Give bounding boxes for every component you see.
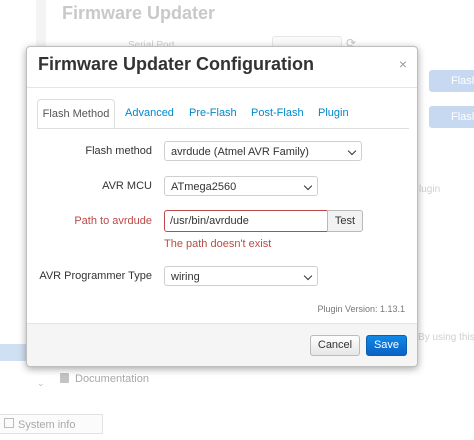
close-icon[interactable]: × (399, 56, 407, 72)
tab-advanced[interactable]: Advanced (125, 99, 174, 128)
flash-method-label: Flash method (85, 145, 152, 157)
firmware-updater-config-dialog: Firmware Updater Configuration × Flash M… (26, 46, 418, 367)
system-info-icon (4, 418, 14, 428)
path-to-avrdude-input[interactable]: /usr/bin/avrdude (164, 210, 328, 232)
tab-plugin[interactable]: Plugin (318, 99, 349, 128)
path-to-avrdude-label: Path to avrdude (74, 215, 152, 227)
background-title: Firmware Updater (62, 3, 216, 23)
book-icon (60, 373, 69, 383)
chevron-down-icon (303, 181, 313, 191)
chevron-down-icon (303, 271, 313, 281)
path-error-message: The path doesn't exist (164, 238, 272, 250)
flash-method-value: avrdude (Atmel AVR Family) (171, 146, 309, 158)
avr-mcu-select[interactable]: ATmega2560 (164, 176, 318, 196)
cancel-button[interactable]: Cancel (310, 335, 360, 356)
documentation-label: Documentation (75, 373, 149, 385)
flash-method-select[interactable]: avrdude (Atmel AVR Family) (164, 141, 362, 161)
plugin-version: Plugin Version: 1.13.1 (317, 304, 405, 314)
background-flash-button: Flash (429, 70, 474, 92)
background-documentation: Documentation (60, 373, 149, 385)
avr-mcu-label: AVR MCU (102, 180, 152, 192)
background-flash-button-2: Flash (429, 106, 474, 128)
avr-mcu-value: ATmega2560 (171, 181, 237, 193)
chevron-down-icon (347, 146, 357, 156)
tab-pre-flash[interactable]: Pre-Flash (189, 99, 237, 128)
modal-header: Firmware Updater Configuration × (27, 47, 417, 88)
modal-title: Firmware Updater Configuration (38, 54, 315, 74)
background-plugin-fragment: lugin (419, 184, 441, 195)
save-button[interactable]: Save (366, 335, 407, 356)
programmer-type-value: wiring (171, 271, 200, 283)
programmer-type-select[interactable]: wiring (164, 266, 318, 286)
chevron-down-icon: ⌄ (37, 378, 45, 388)
programmer-type-label: AVR Programmer Type (39, 270, 152, 282)
background-using-fragment: By using this (418, 332, 474, 343)
background-blue-strip (0, 344, 28, 361)
system-info-label: System info (18, 419, 76, 431)
tab-flash-method[interactable]: Flash Method (37, 99, 115, 128)
modal-footer: Cancel Save (27, 323, 417, 366)
tab-post-flash[interactable]: Post-Flash (251, 99, 304, 128)
test-path-button[interactable]: Test (327, 210, 363, 232)
background-system-info: System info (0, 414, 103, 434)
tab-bar: Flash Method Advanced Pre-Flash Post-Fla… (37, 99, 409, 129)
